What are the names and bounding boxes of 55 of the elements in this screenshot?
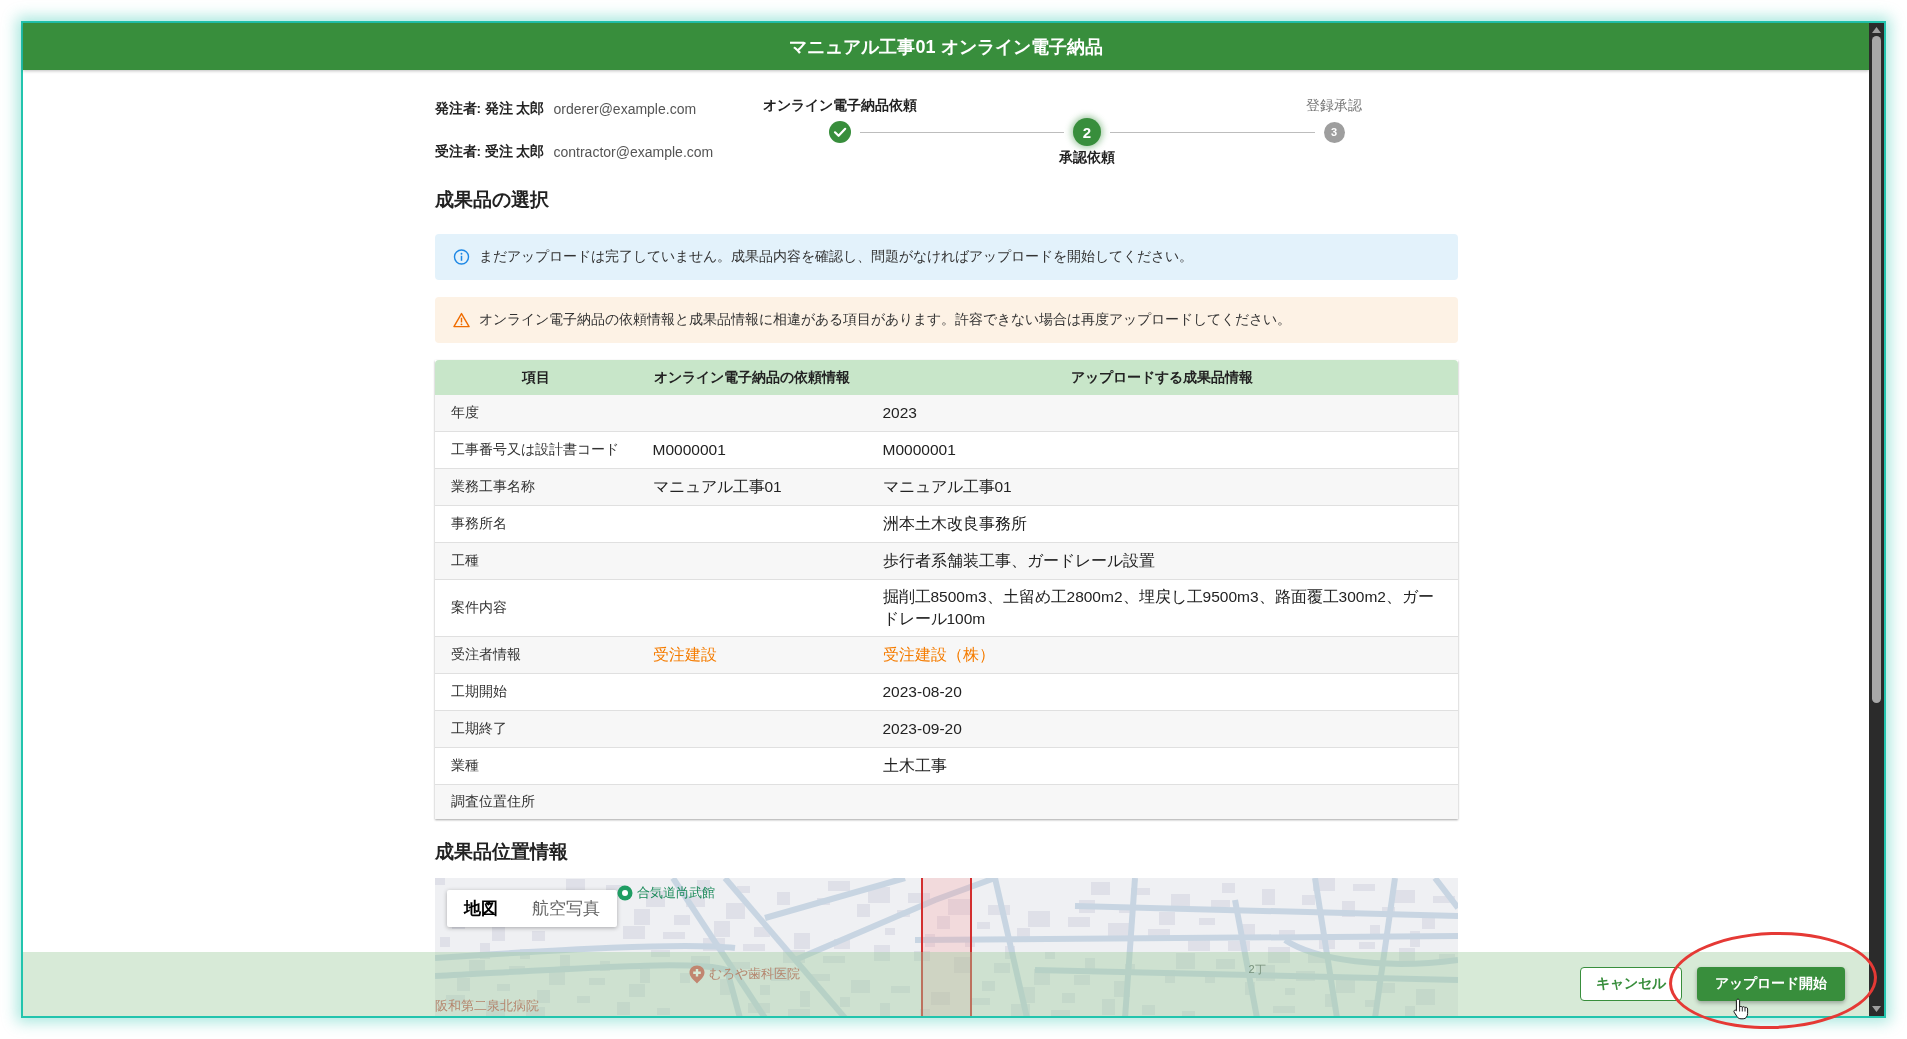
scrollbar-thumb[interactable] (1872, 36, 1881, 703)
table-cell-text: 2023-09-20 (882, 719, 962, 739)
table-cell-text: 洲本土木改良事務所 (882, 514, 1027, 534)
scroll-down-icon[interactable] (1872, 1006, 1881, 1012)
map-place-label: むろや歯科医院 (708, 965, 800, 983)
party-email: orderer@example.com (553, 101, 697, 117)
item-label: 業務工事名称 (450, 478, 535, 496)
info-icon (452, 249, 470, 265)
item-label: 受注者情報 (450, 646, 521, 664)
table-cell-text: マニュアル工事01 (882, 477, 1012, 497)
section-heading: 成果品の選択 (434, 188, 549, 212)
table-cell-text: マニュアル工事01 (652, 477, 782, 497)
table-cell-text: 受注建設（株） (882, 645, 995, 665)
item-label: 案件内容 (450, 599, 507, 617)
table-cell-text: 2023 (882, 403, 917, 423)
item-label: 業種 (450, 757, 479, 775)
dialog-title: マニュアル工事01 オンライン電子納品 (789, 35, 1103, 59)
table-cell-text: M0000001 (882, 440, 956, 460)
party-name: 受注者: 受注 太郎 (434, 143, 545, 161)
step-label: 承認依頼 (1059, 149, 1115, 167)
section-heading: 成果品位置情報 (434, 840, 568, 864)
item-label: 調査位置住所 (450, 793, 535, 811)
alert-message: オンライン電子納品の依頼情報と成果品情報に相違がある項目があります。許容できない場合は再度アップロードしてください。 (478, 311, 1291, 329)
map-type-tab[interactable]: 航空写真 (514, 890, 617, 927)
item-label: 工期終了 (450, 720, 507, 738)
table-cell-text: M0000001 (652, 440, 726, 460)
table-cell-text: 受注建設 (652, 645, 717, 665)
upload-button[interactable]: アップロード開始 (1697, 967, 1845, 1001)
table-cell-text: 2023-08-20 (882, 682, 962, 702)
item-label: 年度 (450, 404, 479, 422)
table-cell-text: 掘削工8500m3、土留め工2800m2、埋戻し工9500m3、路面覆工300m2、ガードレール100m (882, 587, 1435, 629)
item-label: 工種 (450, 552, 479, 570)
step-number: 2 (1073, 118, 1101, 146)
column-header: オンライン電子納品の依頼情報 (653, 368, 850, 387)
step-label: 登録承認 (1306, 97, 1362, 115)
table-cell-text: 土木工事 (882, 756, 947, 776)
party-name: 発注者: 発注 太郎 (434, 100, 545, 118)
alert-message: まだアップロードは完了していません。成果品内容を確認し、問題がなければアップロードを開始してください。 (478, 248, 1193, 266)
party-email: contractor@example.com (553, 144, 714, 160)
map-place-label: 合気道尚武館 (636, 884, 715, 902)
column-header: 項目 (521, 368, 550, 387)
scroll-up-icon[interactable] (1872, 27, 1881, 33)
cancel-button[interactable]: キャンセル (1580, 967, 1682, 1001)
item-label: 事務所名 (450, 515, 507, 533)
table-cell-text: 歩行者系舗装工事、ガードレール設置 (882, 551, 1155, 571)
map-place-label: 阪和第二泉北病院 (434, 997, 539, 1015)
warning-icon (452, 312, 470, 328)
map-type-tab[interactable]: 地図 (446, 890, 515, 927)
map-place-label: 2丁 (1248, 961, 1266, 977)
scrollbar-track[interactable] (1869, 23, 1884, 1016)
step-number: 3 (1323, 121, 1345, 143)
column-header: アップロードする成果品情報 (1071, 368, 1253, 387)
item-label: 工事番号又は設計書コード (450, 441, 619, 459)
step-label: オンライン電子納品依頼 (763, 97, 917, 115)
item-label: 工期開始 (450, 683, 507, 701)
